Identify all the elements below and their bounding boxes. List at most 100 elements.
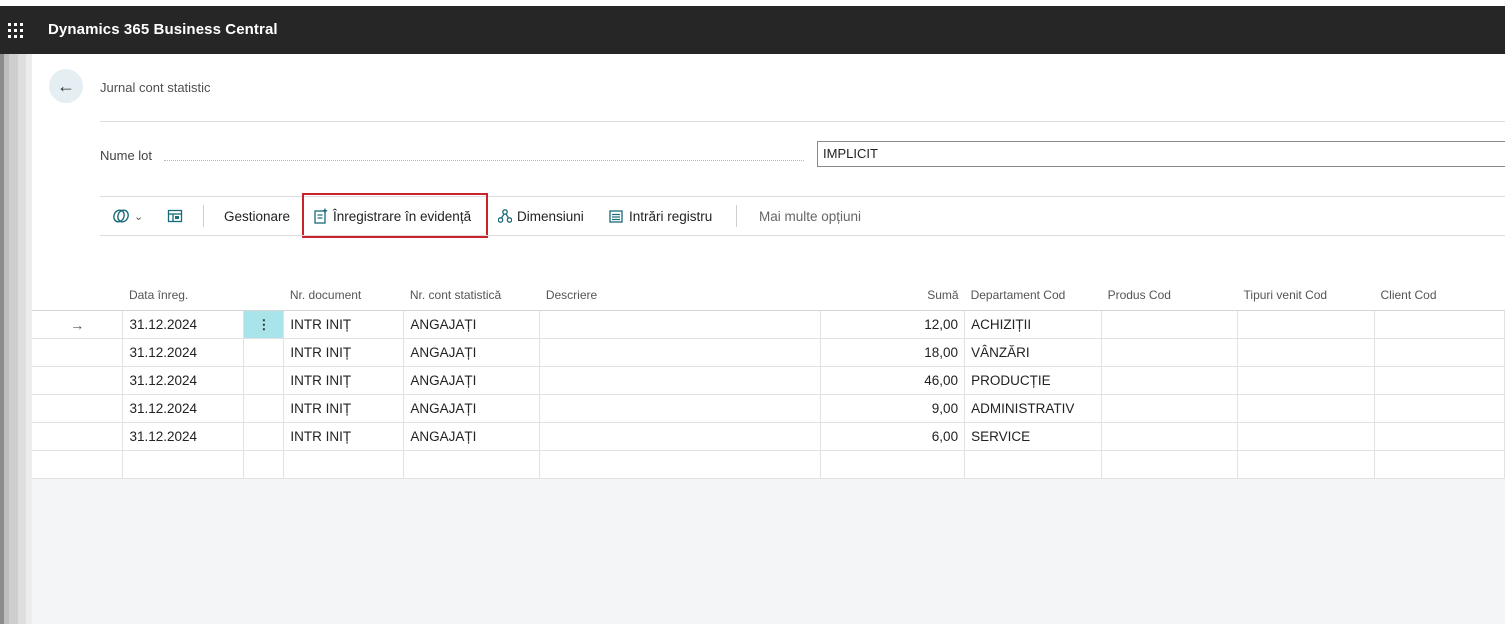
dimensions-button[interactable]: Dimensiuni: [498, 199, 584, 233]
table-row[interactable]: 31.12.2024 INTR INIȚ ANGAJAȚI 18,00 VÂNZ…: [32, 338, 1505, 367]
back-button[interactable]: ←: [49, 69, 83, 103]
cell-description[interactable]: [539, 338, 822, 367]
cell-customer-code[interactable]: [1374, 394, 1505, 423]
cell-description[interactable]: [539, 450, 822, 479]
open-in-excel-button[interactable]: [167, 199, 183, 233]
cell-posting-date[interactable]: 31.12.2024: [122, 338, 245, 367]
cell-department-code[interactable]: SERVICE: [964, 422, 1103, 451]
col-revenue-type-code[interactable]: Tipuri venit Cod: [1237, 280, 1375, 311]
cell-department-code[interactable]: ADMINISTRATIV: [964, 394, 1103, 423]
cell-description[interactable]: [539, 366, 822, 395]
cell-posting-date[interactable]: [122, 450, 245, 479]
row-menu-cell[interactable]: [243, 366, 285, 395]
batch-name-input[interactable]: IMPLICIT: [817, 141, 1505, 167]
cell-revenue-type-code[interactable]: [1237, 422, 1375, 451]
cell-revenue-type-code[interactable]: [1237, 450, 1375, 479]
cell-revenue-type-code[interactable]: [1237, 310, 1375, 339]
row-selector[interactable]: [32, 450, 124, 479]
row-menu-cell[interactable]: [243, 394, 285, 423]
row-selector[interactable]: [32, 338, 124, 367]
row-selector[interactable]: [32, 366, 124, 395]
app-title: Dynamics 365 Business Central: [48, 21, 278, 38]
table-row[interactable]: → 31.12.2024 ⋮ INTR INIȚ ANGAJAȚI 12,00 …: [32, 310, 1505, 339]
cell-stat-account-no[interactable]: ANGAJAȚI: [403, 310, 541, 339]
row-menu-cell[interactable]: [243, 422, 285, 451]
col-customer-code[interactable]: Client Cod: [1374, 280, 1505, 311]
row-menu-icon[interactable]: ⋮: [243, 310, 285, 339]
cell-amount[interactable]: 18,00: [820, 338, 966, 367]
cell-product-code[interactable]: [1101, 366, 1239, 395]
cell-document-no[interactable]: [283, 450, 405, 479]
cell-department-code[interactable]: ACHIZIȚII: [964, 310, 1103, 339]
cell-amount[interactable]: 12,00: [820, 310, 966, 339]
cell-posting-date[interactable]: 31.12.2024: [122, 310, 245, 339]
more-options-button[interactable]: Mai multe opțiuni: [759, 199, 861, 233]
cell-amount[interactable]: 46,00: [820, 366, 966, 395]
cell-description[interactable]: [539, 422, 822, 451]
cell-product-code[interactable]: [1101, 450, 1239, 479]
col-department-code[interactable]: Departament Cod: [964, 280, 1102, 311]
manage-button[interactable]: Gestionare: [224, 199, 290, 233]
new-line-row[interactable]: [32, 450, 1505, 479]
cell-posting-date[interactable]: 31.12.2024: [122, 366, 245, 395]
cell-amount[interactable]: 6,00: [820, 422, 966, 451]
cell-stat-account-no[interactable]: ANGAJAȚI: [403, 422, 541, 451]
cell-customer-code[interactable]: [1374, 310, 1505, 339]
cell-customer-code[interactable]: [1374, 422, 1505, 451]
cell-department-code[interactable]: VÂNZĂRI: [964, 338, 1103, 367]
divider: [100, 121, 1505, 122]
cell-description[interactable]: [539, 394, 822, 423]
field-leader-dots: [164, 160, 804, 161]
table-row[interactable]: 31.12.2024 INTR INIȚ ANGAJAȚI 6,00 SERVI…: [32, 422, 1505, 451]
cell-posting-date[interactable]: 31.12.2024: [122, 422, 245, 451]
row-selector[interactable]: [32, 394, 124, 423]
col-amount[interactable]: Sumă: [820, 280, 965, 311]
cell-stat-account-no[interactable]: ANGAJAȚI: [403, 338, 541, 367]
copilot-menu-button[interactable]: ⌄: [112, 199, 143, 233]
chevron-down-icon: ⌄: [134, 210, 144, 223]
cell-customer-code[interactable]: [1374, 450, 1505, 479]
ledger-entries-button[interactable]: Intrări registru: [609, 199, 712, 233]
row-selector[interactable]: [32, 422, 124, 451]
col-posting-date[interactable]: Data înreg.: [122, 280, 244, 311]
cell-product-code[interactable]: [1101, 394, 1239, 423]
cell-revenue-type-code[interactable]: [1237, 394, 1375, 423]
row-menu-cell[interactable]: [243, 450, 285, 479]
page-content: ← Jurnal cont statistic Nume lot IMPLICI…: [32, 54, 1505, 624]
col-menu: [243, 280, 284, 311]
cell-document-no[interactable]: INTR INIȚ: [283, 338, 405, 367]
cell-department-code[interactable]: PRODUCȚIE: [964, 366, 1103, 395]
cell-document-no[interactable]: INTR INIȚ: [283, 394, 405, 423]
cell-customer-code[interactable]: [1374, 366, 1505, 395]
cell-document-no[interactable]: INTR INIȚ: [283, 310, 405, 339]
table-row[interactable]: 31.12.2024 INTR INIȚ ANGAJAȚI 46,00 PROD…: [32, 366, 1505, 395]
cell-posting-date[interactable]: 31.12.2024: [122, 394, 245, 423]
more-options-label: Mai multe opțiuni: [759, 208, 862, 224]
col-product-code[interactable]: Produs Cod: [1101, 280, 1238, 311]
cell-document-no[interactable]: INTR INIȚ: [283, 366, 405, 395]
row-menu-cell[interactable]: [243, 338, 285, 367]
cell-description[interactable]: [539, 310, 822, 339]
table-view-icon: [167, 209, 183, 223]
cell-document-no[interactable]: INTR INIȚ: [283, 422, 405, 451]
cell-revenue-type-code[interactable]: [1237, 338, 1375, 367]
cell-stat-account-no[interactable]: ANGAJAȚI: [403, 366, 541, 395]
cell-product-code[interactable]: [1101, 310, 1239, 339]
divider: [100, 235, 1505, 236]
cell-revenue-type-code[interactable]: [1237, 366, 1375, 395]
col-document-no[interactable]: Nr. document: [283, 280, 404, 311]
cell-amount[interactable]: [820, 450, 966, 479]
col-description[interactable]: Descriere: [539, 280, 821, 311]
page-title: Jurnal cont statistic: [100, 80, 211, 95]
copilot-icon: [113, 209, 129, 223]
cell-product-code[interactable]: [1101, 338, 1239, 367]
cell-amount[interactable]: 9,00: [820, 394, 966, 423]
cell-product-code[interactable]: [1101, 422, 1239, 451]
app-launcher-icon[interactable]: [8, 23, 23, 38]
col-stat-account-no[interactable]: Nr. cont statistică: [403, 280, 540, 311]
cell-customer-code[interactable]: [1374, 338, 1505, 367]
cell-department-code[interactable]: [964, 450, 1103, 479]
cell-stat-account-no[interactable]: [403, 450, 541, 479]
cell-stat-account-no[interactable]: ANGAJAȚI: [403, 394, 541, 423]
table-row[interactable]: 31.12.2024 INTR INIȚ ANGAJAȚI 9,00 ADMIN…: [32, 394, 1505, 423]
